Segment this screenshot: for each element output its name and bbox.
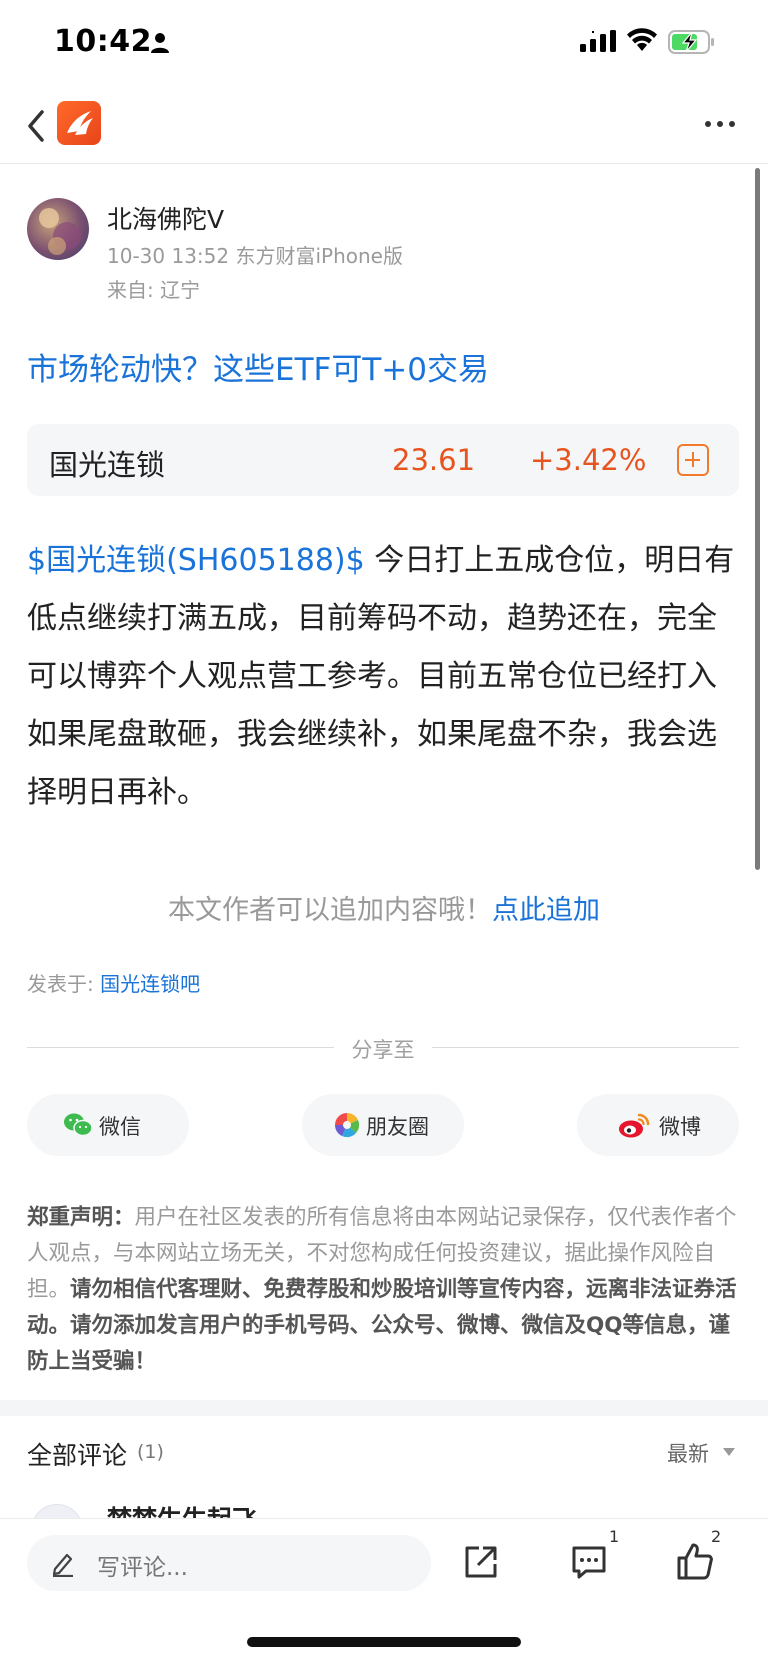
append-link[interactable]: 点此追加 bbox=[492, 895, 600, 926]
posted-in: 发表于: 国光连锁吧 bbox=[27, 968, 200, 997]
weibo-icon bbox=[619, 1113, 650, 1138]
status-time: 10:42 bbox=[54, 24, 152, 59]
cellular-signal-icon bbox=[580, 30, 616, 52]
nav-bar bbox=[0, 88, 768, 164]
moments-icon bbox=[334, 1112, 360, 1138]
sort-arrow-icon[interactable] bbox=[723, 1448, 735, 1456]
article-title[interactable]: 市场轮动快？这些ETF可T+0交易 bbox=[27, 344, 489, 389]
comment-author[interactable]: 梦梦生生起飞 bbox=[107, 1500, 257, 1518]
comment-avatar[interactable] bbox=[31, 1504, 83, 1518]
post-body-text: 今日打上五成仓位，明日有低点继续打满五成，目前筹码不动，趋势还在，完全可以博弈个… bbox=[27, 543, 735, 810]
status-bar: 10:42 bbox=[0, 0, 768, 88]
share-moments-button[interactable]: 朋友圈 bbox=[302, 1094, 464, 1156]
stock-card[interactable]: 国光连锁 23.61 +3.42% bbox=[27, 424, 739, 496]
comments-count: (1) bbox=[137, 1441, 164, 1463]
stock-name: 国光连锁 bbox=[49, 448, 166, 482]
post-meta: 10-30 13:52 东方财富iPhone版 bbox=[107, 244, 403, 268]
battery-charging-icon bbox=[668, 30, 714, 54]
wifi-icon bbox=[627, 28, 657, 51]
posted-in-label: 发表于: bbox=[27, 972, 101, 996]
comment-item: 梦梦生生起飞 bbox=[27, 1498, 727, 1518]
wechat-icon bbox=[64, 1113, 93, 1137]
like-count-badge: 2 bbox=[711, 1527, 722, 1546]
disclaimer-label: 郑重声明： bbox=[27, 1205, 135, 1230]
more-icon[interactable] bbox=[704, 119, 736, 129]
share-moments-label: 朋友圈 bbox=[366, 1115, 429, 1139]
comment-input[interactable]: 写评论... bbox=[27, 1535, 431, 1591]
scrollbar[interactable] bbox=[755, 168, 760, 870]
person-icon bbox=[151, 33, 169, 53]
comments-header: 全部评论 (1) 最新 bbox=[27, 1432, 739, 1472]
bottom-bar: 写评论... 1 2 bbox=[0, 1518, 768, 1662]
share-wechat-label: 微信 bbox=[99, 1115, 141, 1139]
back-arrow-icon[interactable] bbox=[22, 106, 52, 146]
disclaimer-warning: 请勿相信代客理财、免费荐股和炒股培训等宣传内容，远离非法证券活动。请勿添加发言用… bbox=[27, 1277, 737, 1374]
share-weibo-label: 微博 bbox=[659, 1115, 701, 1139]
comment-placeholder: 写评论... bbox=[97, 1555, 188, 1581]
append-hint: 本文作者可以追加内容哦！ bbox=[168, 895, 492, 926]
share-weibo-button[interactable]: 微博 bbox=[577, 1094, 739, 1156]
author-row: 北海佛陀V 10-30 13:52 东方财富iPhone版 来自: 辽宁 bbox=[27, 196, 727, 306]
share-icon[interactable] bbox=[462, 1543, 500, 1581]
post-location: 来自: 辽宁 bbox=[107, 278, 201, 302]
avatar-image bbox=[39, 208, 81, 255]
add-watchlist-icon[interactable] bbox=[677, 444, 709, 476]
stock-price: 23.61 bbox=[392, 443, 476, 477]
home-indicator[interactable] bbox=[247, 1637, 521, 1647]
thumbs-up-icon[interactable] bbox=[676, 1541, 714, 1581]
share-label: 分享至 bbox=[351, 1038, 415, 1062]
sort-dropdown[interactable]: 最新 bbox=[667, 1438, 709, 1468]
pencil-icon bbox=[52, 1553, 73, 1577]
share-wechat-button[interactable]: 微信 bbox=[27, 1094, 189, 1156]
avatar[interactable] bbox=[27, 198, 89, 260]
comments-title: 全部评论 bbox=[27, 1441, 128, 1470]
append-row: 本文作者可以追加内容哦！点此追加 bbox=[0, 888, 768, 927]
author-name[interactable]: 北海佛陀V bbox=[107, 200, 224, 236]
section-divider bbox=[0, 1400, 768, 1416]
disclaimer: 郑重声明：用户在社区发表的所有信息将由本网站记录保存，仅代表作者个人观点，与本网… bbox=[27, 1200, 742, 1380]
stock-change: +3.42% bbox=[530, 443, 647, 477]
post-body: $国光连锁(SH605188)$ 今日打上五成仓位，明日有低点继续打满五成，目前… bbox=[27, 532, 742, 822]
eastmoney-logo-icon bbox=[67, 111, 93, 135]
share-divider: 分享至 bbox=[27, 1034, 739, 1064]
app-logo[interactable] bbox=[57, 101, 101, 145]
posted-in-bar-link[interactable]: 国光连锁吧 bbox=[100, 972, 200, 996]
stock-tag-link[interactable]: $国光连锁(SH605188)$ bbox=[27, 543, 365, 578]
comment-count-badge: 1 bbox=[609, 1527, 620, 1546]
comment-icon[interactable] bbox=[570, 1543, 608, 1581]
